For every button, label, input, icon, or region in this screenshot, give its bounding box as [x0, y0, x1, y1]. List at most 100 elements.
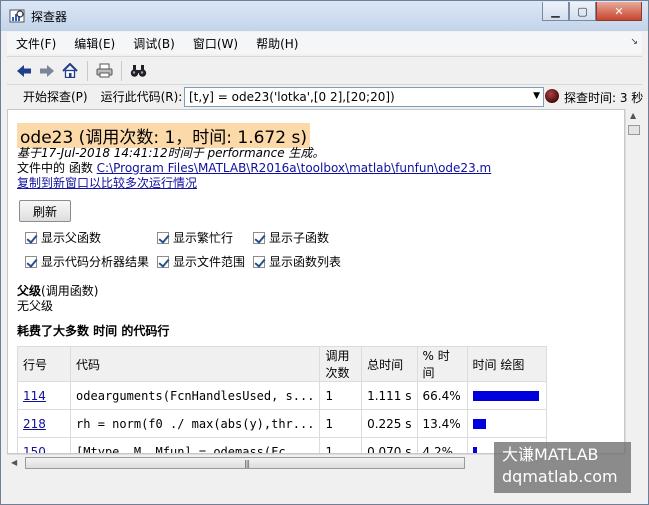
scroll-up-arrow-icon[interactable]: ▲	[630, 111, 636, 120]
vertical-scrollbar[interactable]: ▲	[625, 109, 642, 454]
line-number-link[interactable]: 218	[23, 417, 46, 431]
checkbox-box[interactable]	[253, 255, 265, 268]
parents-title-normal: (调用函数)	[41, 284, 99, 298]
minimize-button[interactable]: ▁	[542, 2, 569, 21]
profiler-status-icon	[545, 89, 559, 103]
home-button[interactable]	[59, 60, 81, 82]
minimize-icon: ▁	[551, 4, 560, 18]
total-time-cell: 0.225 s	[361, 409, 418, 438]
generated-prefix: 基于	[17, 146, 42, 160]
refresh-button[interactable]: 刷新	[19, 200, 71, 222]
window-title: 探查器	[31, 10, 68, 24]
time-plot-cell	[466, 381, 548, 410]
col-time-plot[interactable]: 时间 绘图	[466, 346, 548, 382]
checkbox-show-code-analyzer[interactable]: 显示代码分析器结果	[25, 253, 149, 270]
checkbox-show-busy-lines[interactable]: 显示繁忙行	[157, 229, 233, 246]
print-icon	[96, 63, 112, 78]
col-line-number[interactable]: 行号	[16, 346, 72, 382]
generated-mid: 时间于	[167, 146, 204, 160]
vertical-scroll-thumb[interactable]	[628, 125, 640, 135]
table-header-row: 行号 代码 调用次数 总时间 % 时间 时间 绘图	[16, 346, 548, 382]
profiler-window: 探查器 ▁ ▢ ✕ 文件(F) 编辑(E) 调试(B) 窗口(W) 帮助(H) …	[0, 0, 649, 505]
menu-edit[interactable]: 编辑(E)	[65, 35, 124, 52]
toolbar-separator	[121, 60, 122, 81]
back-button[interactable]	[13, 60, 35, 82]
report-pane[interactable]: ode23 (调用次数: 1，时间: 1.672 s) 基于17-Jul-201…	[7, 109, 625, 454]
close-button[interactable]: ✕	[596, 2, 642, 21]
line-number-link[interactable]: 150	[23, 445, 46, 454]
checkbox-label: 显示文件范围	[173, 255, 246, 269]
code-cell: rh = norm(f0 ./ max(abs(y),thr...	[70, 409, 321, 438]
busy-lines-title: 耗费了大多数 时间 的代码行	[17, 324, 170, 338]
run-code-input[interactable]: [t,y] = ode23('lotka',[0 2],[20;20]) ▼	[184, 87, 544, 107]
watermark: 大谦MATLAB dqmatlab.com	[494, 442, 631, 493]
line-number-link[interactable]: 114	[23, 389, 46, 403]
profile-time-label: 探查时间: 3 秒	[564, 91, 644, 105]
scroll-grip-icon: |||	[244, 459, 250, 468]
find-icon	[130, 64, 146, 77]
calls-cell: 1	[319, 437, 363, 453]
generated-tool: performance	[207, 146, 285, 160]
checkbox-label: 显示代码分析器结果	[41, 255, 150, 269]
col-percent-time[interactable]: % 时间	[416, 346, 468, 382]
copy-to-new-window-link[interactable]: 复制到新窗口以比较多次运行情况	[17, 176, 197, 190]
checkbox-box[interactable]	[25, 255, 37, 268]
time-plot-cell	[466, 409, 548, 438]
total-time-cell: 0.070 s	[361, 437, 418, 453]
checkbox-show-children[interactable]: 显示子函数	[253, 229, 329, 246]
generated-suffix: 生成。	[288, 146, 325, 160]
menu-bar: 文件(F) 编辑(E) 调试(B) 窗口(W) 帮助(H) ↘	[7, 32, 642, 54]
toolbar-separator	[87, 60, 88, 81]
checkbox-show-parents[interactable]: 显示父函数	[25, 229, 101, 246]
col-code[interactable]: 代码	[70, 346, 321, 382]
checkbox-box[interactable]	[157, 255, 169, 268]
generated-date: 17-Jul-2018 14:41:12	[41, 146, 168, 160]
menu-debug[interactable]: 调试(B)	[124, 35, 184, 52]
scroll-left-arrow-icon[interactable]: ◀	[11, 458, 17, 467]
forward-button[interactable]	[36, 60, 58, 82]
close-icon: ✕	[614, 4, 624, 18]
checkbox-show-file-coverage[interactable]: 显示文件范围	[157, 253, 245, 270]
profiler-app-icon	[9, 9, 25, 23]
checkbox-label: 显示函数列表	[269, 255, 342, 269]
menu-file[interactable]: 文件(F)	[7, 35, 65, 52]
table-row: 218 rh = norm(f0 ./ max(abs(y),thr... 1 …	[16, 409, 548, 438]
col-total-time[interactable]: 总时间	[361, 346, 418, 382]
file-prefix: 文件中的 函数	[17, 161, 93, 175]
code-cell: [Mtype, M, Mfun] = odemass(Fc...	[70, 437, 321, 453]
menu-help[interactable]: 帮助(H)	[247, 35, 307, 52]
calls-cell: 1	[319, 381, 363, 410]
checkbox-box[interactable]	[25, 231, 37, 244]
line-number-cell[interactable]: 114	[16, 381, 72, 410]
col-calls[interactable]: 调用次数	[319, 346, 363, 382]
time-bar	[472, 391, 539, 401]
watermark-line2: dqmatlab.com	[502, 467, 618, 486]
busy-lines-table: 行号 代码 调用次数 总时间 % 时间 时间 绘图 114 odeargumen…	[16, 346, 548, 454]
title-bar[interactable]: 探查器 ▁ ▢ ✕	[1, 1, 648, 31]
line-number-cell[interactable]: 218	[16, 409, 72, 438]
checkbox-show-function-listing[interactable]: 显示函数列表	[253, 253, 341, 270]
percent-time-cell: 13.4%	[416, 409, 468, 438]
print-button[interactable]	[93, 60, 115, 82]
percent-time-cell: 4.2%	[416, 437, 468, 453]
start-profiling-button[interactable]: 开始探查(P)	[23, 88, 88, 105]
time-bar	[472, 447, 477, 453]
dropdown-arrow-icon[interactable]: ▼	[533, 91, 540, 101]
maximize-button[interactable]: ▢	[569, 2, 596, 21]
checkbox-label: 显示繁忙行	[173, 231, 234, 245]
checkbox-box[interactable]	[157, 231, 169, 244]
watermark-line1: 大谦MATLAB	[502, 445, 599, 464]
menu-window[interactable]: 窗口(W)	[184, 35, 247, 52]
total-time-cell: 1.111 s	[361, 381, 418, 410]
undock-arrow-icon[interactable]: ↘	[630, 37, 638, 47]
file-path-link[interactable]: C:\Program Files\MATLAB\R2016a\toolbox\m…	[97, 161, 492, 175]
line-number-cell[interactable]: 150	[16, 437, 72, 454]
horizontal-scroll-thumb[interactable]: |||	[25, 457, 465, 469]
parents-title-bold: 父级	[17, 284, 42, 298]
copy-line: 复制到新窗口以比较多次运行情况	[17, 174, 197, 191]
checkbox-label: 显示父函数	[41, 231, 102, 245]
run-code-value: [t,y] = ode23('lotka',[0 2],[20;20])	[189, 90, 395, 104]
checkbox-box[interactable]	[253, 231, 265, 244]
toolbar	[7, 56, 642, 84]
find-button[interactable]	[127, 60, 149, 82]
